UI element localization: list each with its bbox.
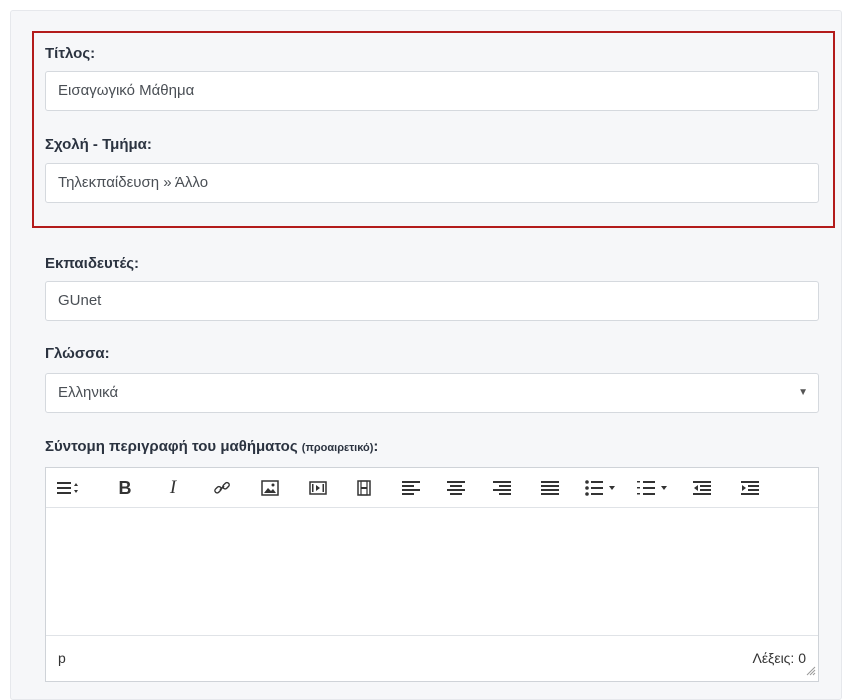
instructors-label: Εκπαιδευτές:	[45, 255, 140, 272]
editor-content-area[interactable]	[46, 509, 818, 635]
align-left-icon[interactable]	[401, 478, 421, 498]
video-icon[interactable]	[354, 478, 374, 498]
instructors-input[interactable]: GUnet	[45, 281, 819, 321]
language-select[interactable]: Ελληνικά ▼	[45, 373, 819, 413]
editor-statusbar: p Λέξεις: 0	[46, 635, 818, 681]
language-selected-value: Ελληνικά	[58, 384, 119, 401]
element-path[interactable]: p	[58, 650, 66, 666]
description-label: Σύντομη περιγραφή του μαθήματος (προαιρε…	[45, 438, 378, 455]
paragraph-format-icon[interactable]	[56, 478, 82, 498]
image-icon[interactable]	[260, 478, 280, 498]
editor-toolbar: B I	[46, 468, 818, 508]
description-editor: B I p Λέξεις: 0	[45, 467, 819, 682]
bold-icon[interactable]: B	[116, 478, 134, 498]
resize-handle-icon[interactable]	[806, 663, 816, 679]
description-label-colon: :	[373, 438, 379, 455]
numbered-list-icon[interactable]	[636, 478, 672, 498]
italic-icon[interactable]: I	[164, 477, 182, 498]
description-optional-note: (προαιρετικό)	[301, 442, 374, 454]
align-center-icon[interactable]	[446, 478, 466, 498]
highlight-box	[32, 31, 835, 228]
description-label-text: Σύντομη περιγραφή του μαθήματος	[45, 438, 298, 455]
bullet-list-icon[interactable]	[584, 478, 620, 498]
media-icon[interactable]	[308, 478, 328, 498]
align-justify-icon[interactable]	[540, 478, 560, 498]
indent-icon[interactable]	[740, 478, 760, 498]
language-label: Γλώσσα:	[45, 345, 110, 362]
outdent-icon[interactable]	[692, 478, 712, 498]
link-icon[interactable]	[212, 478, 232, 498]
align-right-icon[interactable]	[492, 478, 512, 498]
word-count: Λέξεις: 0	[752, 650, 806, 666]
chevron-down-icon: ▼	[798, 387, 808, 398]
